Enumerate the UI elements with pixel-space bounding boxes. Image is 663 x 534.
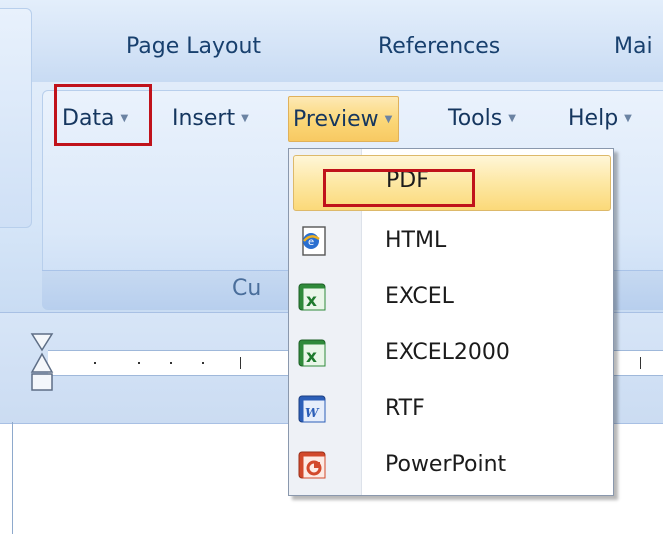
menu-item-excel[interactable]: x EXCEL <box>289 271 613 327</box>
excel-icon: x <box>297 337 331 371</box>
menu-tools-label: Tools <box>448 105 503 131</box>
chevron-down-icon: ▼ <box>384 113 393 125</box>
preview-dropdown: PDF e HTML x EXCEL x EXCEL2000 W RTF Pow… <box>288 148 614 496</box>
svg-text:x: x <box>306 291 317 311</box>
chevron-down-icon: ▼ <box>241 112 249 124</box>
indent-marker-icon[interactable] <box>26 332 62 422</box>
menu-help-label: Help <box>568 105 619 131</box>
menu-item-powerpoint[interactable]: PowerPoint <box>289 439 613 495</box>
menu-preview[interactable]: Preview ▼ <box>288 96 400 142</box>
svg-text:e: e <box>308 237 314 248</box>
tab-page-layout[interactable]: Page Layout <box>126 34 261 59</box>
powerpoint-icon <box>297 449 331 483</box>
rtf-icon: W <box>297 393 331 427</box>
menu-help[interactable]: Help ▼ <box>568 100 632 136</box>
menu-item-excel2000[interactable]: x EXCEL2000 <box>289 327 613 383</box>
html-icon: e <box>297 225 331 259</box>
menu-item-powerpoint-label: PowerPoint <box>385 452 507 477</box>
chevron-down-icon: ▼ <box>624 112 632 124</box>
tab-mailings[interactable]: Mai <box>614 34 653 59</box>
menu-item-rtf-label: RTF <box>385 396 425 421</box>
svg-text:W: W <box>305 406 320 420</box>
menu-insert-label: Insert <box>172 105 236 131</box>
menu-item-html[interactable]: e HTML <box>289 215 613 271</box>
menu-preview-label: Preview <box>293 106 379 132</box>
menu-item-rtf[interactable]: W RTF <box>289 383 613 439</box>
menu-item-excel-label: EXCEL <box>385 284 454 309</box>
ribbon-group-left <box>0 8 32 228</box>
menu-item-excel2000-label: EXCEL2000 <box>385 340 510 365</box>
document-left-edge <box>12 422 13 534</box>
data-highlight-box <box>54 84 152 146</box>
tab-references[interactable]: References <box>378 34 500 59</box>
ribbon-tab-strip: ert Page Layout References Mai <box>0 0 663 83</box>
menu-tools[interactable]: Tools ▼ <box>448 100 516 136</box>
excel-icon: x <box>297 281 331 315</box>
word-window: ert Page Layout References Mai Cu Data▼ … <box>0 0 663 534</box>
menu-item-html-label: HTML <box>385 228 447 253</box>
chevron-down-icon: ▼ <box>508 112 516 124</box>
menu-insert[interactable]: Insert ▼ <box>172 100 249 136</box>
group-caption: Cu <box>232 276 262 301</box>
pdf-highlight-box <box>323 169 475 207</box>
svg-text:x: x <box>306 347 317 367</box>
